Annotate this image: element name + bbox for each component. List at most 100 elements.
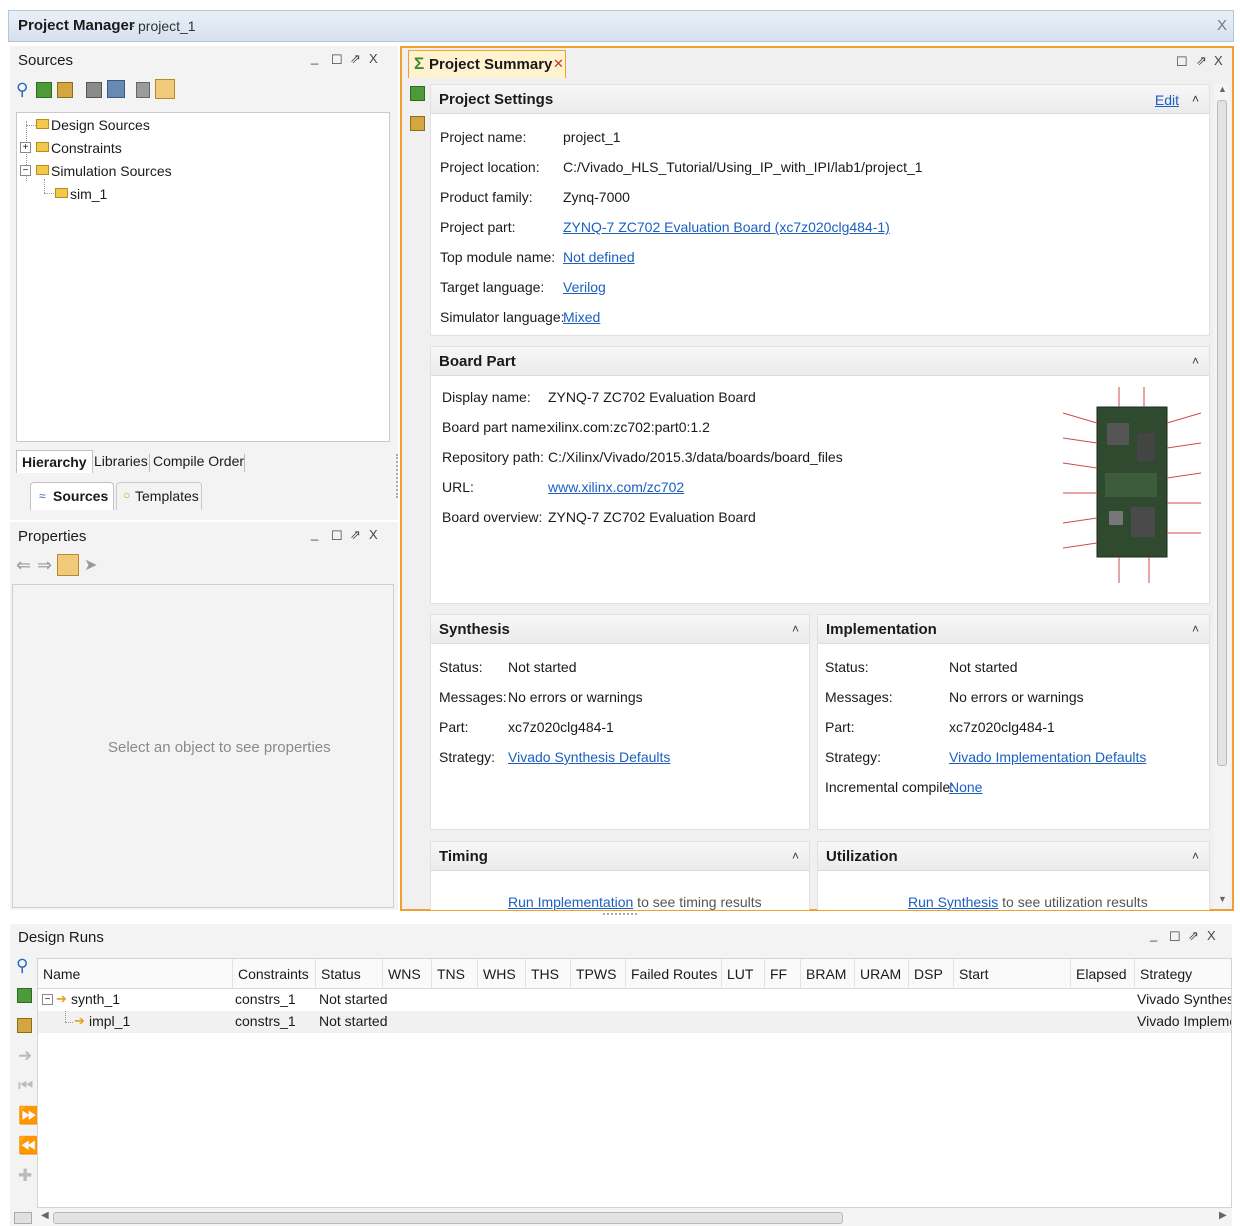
- summary-scrollbar[interactable]: ▲ ▼: [1214, 84, 1230, 908]
- col-ff[interactable]: FF: [765, 959, 801, 989]
- col-whs[interactable]: WHS: [478, 959, 526, 989]
- add-sources-icon[interactable]: [86, 82, 102, 98]
- collapse-chevron-icon[interactable]: ˄: [792, 849, 799, 863]
- collapse-icon[interactable]: −: [20, 165, 31, 176]
- utilization-header[interactable]: Utilization ˄: [818, 842, 1209, 871]
- minimize-icon[interactable]: _: [1150, 927, 1157, 942]
- target-language-link[interactable]: Verilog: [563, 279, 606, 295]
- url-link[interactable]: www.xilinx.com/zc702: [548, 479, 684, 495]
- table-row[interactable]: − ➔ synth_1 constrs_1 Not started Vivado…: [38, 989, 1231, 1011]
- maximize-icon[interactable]: ☐: [331, 52, 343, 68]
- expand-all-icon[interactable]: [57, 82, 73, 98]
- scroll-thumb[interactable]: [53, 1212, 843, 1224]
- subtab-sources[interactable]: ≈ Sources: [30, 482, 114, 510]
- project-part-link[interactable]: ZYNQ-7 ZC702 Evaluation Board (xc7z020cl…: [563, 219, 890, 235]
- minimize-icon[interactable]: _: [311, 50, 318, 65]
- hierarchy-update-icon[interactable]: [107, 80, 125, 98]
- collapse-chevron-icon[interactable]: ˄: [1192, 622, 1199, 636]
- tree-item-sim-1[interactable]: sim_1: [70, 186, 107, 202]
- close-icon[interactable]: X: [1214, 53, 1223, 68]
- col-status[interactable]: Status: [316, 959, 383, 989]
- subtab-templates[interactable]: ○ Templates: [116, 482, 202, 510]
- col-bram[interactable]: BRAM: [801, 959, 855, 989]
- back-arrow-icon[interactable]: ⇐: [16, 555, 31, 576]
- first-icon[interactable]: ⏮: [18, 1076, 33, 1096]
- col-ths[interactable]: THS: [526, 959, 571, 989]
- tab-libraries[interactable]: Libraries: [94, 453, 148, 469]
- search-icon[interactable]: ⚲: [16, 80, 28, 100]
- search-icon[interactable]: ⚲: [16, 956, 28, 976]
- close-icon[interactable]: X: [1207, 928, 1216, 943]
- col-dsp[interactable]: DSP: [909, 959, 954, 989]
- minimize-icon[interactable]: _: [311, 526, 318, 541]
- board-part-header[interactable]: Board Part ˄: [431, 347, 1209, 376]
- collapse-all-icon[interactable]: [36, 82, 52, 98]
- tree-item-simulation-sources[interactable]: Simulation Sources: [51, 163, 172, 179]
- properties-toggle-icon[interactable]: [155, 79, 175, 99]
- table-row[interactable]: ➔ impl_1 constrs_1 Not started Vivado Im…: [38, 1011, 1231, 1033]
- expand-icon[interactable]: +: [20, 142, 31, 153]
- close-tab-icon[interactable]: ✕: [553, 56, 564, 72]
- col-tns[interactable]: TNS: [432, 959, 478, 989]
- summary-tab[interactable]: Σ Project Summary ✕: [408, 50, 566, 78]
- run-implementation-link[interactable]: Run Implementation: [508, 894, 633, 910]
- splitter-grip[interactable]: [603, 913, 637, 915]
- run-synthesis-link[interactable]: Run Synthesis: [908, 894, 998, 910]
- maximize-icon[interactable]: ☐: [1176, 54, 1188, 70]
- bottom-icon[interactable]: [14, 1212, 32, 1224]
- col-uram[interactable]: URAM: [855, 959, 909, 989]
- expand-all-icon[interactable]: [410, 116, 425, 131]
- tree-item-design-sources[interactable]: Design Sources: [51, 117, 150, 133]
- tree-item-constraints[interactable]: Constraints: [51, 140, 122, 156]
- edit-link[interactable]: Edit: [1155, 92, 1179, 108]
- synthesis-header[interactable]: Synthesis ˄: [431, 615, 809, 644]
- col-strategy[interactable]: Strategy: [1135, 959, 1231, 989]
- col-constraints[interactable]: Constraints: [233, 959, 316, 989]
- float-icon[interactable]: ⇗: [1188, 928, 1199, 944]
- col-start[interactable]: Start: [954, 959, 1071, 989]
- col-lut[interactable]: LUT: [722, 959, 765, 989]
- collapse-all-icon[interactable]: [17, 988, 32, 1003]
- impl-strategy-link[interactable]: Vivado Implementation Defaults: [949, 749, 1146, 765]
- add-run-icon[interactable]: ✚: [18, 1166, 32, 1186]
- scroll-thumb[interactable]: [1217, 100, 1227, 766]
- next-icon[interactable]: ⏩: [18, 1106, 39, 1126]
- pointer-icon[interactable]: ➤: [84, 555, 97, 575]
- col-name[interactable]: Name: [38, 959, 233, 989]
- col-failed-routes[interactable]: Failed Routes: [626, 959, 722, 989]
- board-image[interactable]: [1059, 383, 1205, 595]
- auto-update-icon[interactable]: [57, 554, 79, 576]
- document-icon[interactable]: [136, 82, 150, 98]
- implementation-header[interactable]: Implementation ˄: [818, 615, 1209, 644]
- runs-hscrollbar[interactable]: ◀ ▶: [37, 1210, 1232, 1226]
- float-icon[interactable]: ⇗: [1196, 53, 1207, 69]
- scroll-right-icon[interactable]: ▶: [1219, 1210, 1227, 1221]
- scroll-up-icon[interactable]: ▲: [1218, 84, 1227, 94]
- maximize-icon[interactable]: ☐: [331, 528, 343, 544]
- col-elapsed[interactable]: Elapsed: [1071, 959, 1135, 989]
- float-icon[interactable]: ⇗: [350, 527, 361, 543]
- collapse-all-icon[interactable]: [410, 86, 425, 101]
- collapse-chevron-icon[interactable]: ˄: [1192, 849, 1199, 863]
- timing-header[interactable]: Timing ˄: [431, 842, 809, 871]
- previous-icon[interactable]: ⏪: [18, 1136, 39, 1156]
- top-module-link[interactable]: Not defined: [563, 249, 635, 265]
- close-icon[interactable]: X: [369, 527, 378, 542]
- tab-hierarchy[interactable]: Hierarchy: [16, 450, 93, 473]
- close-icon[interactable]: X: [369, 51, 378, 66]
- col-wns[interactable]: WNS: [383, 959, 432, 989]
- splitter-grip[interactable]: [396, 454, 398, 498]
- forward-arrow-icon[interactable]: ⇒: [37, 555, 52, 576]
- collapse-chevron-icon[interactable]: ˄: [792, 622, 799, 636]
- float-icon[interactable]: ⇗: [350, 51, 361, 67]
- synth-strategy-link[interactable]: Vivado Synthesis Defaults: [508, 749, 670, 765]
- scroll-left-icon[interactable]: ◀: [41, 1210, 49, 1221]
- collapse-chevron-icon[interactable]: ˄: [1192, 354, 1199, 368]
- maximize-icon[interactable]: ☐: [1169, 929, 1181, 945]
- expand-all-icon[interactable]: [17, 1018, 32, 1033]
- col-tpws[interactable]: TPWS: [571, 959, 626, 989]
- tab-compile-order[interactable]: Compile Order: [153, 453, 244, 469]
- scroll-down-icon[interactable]: ▼: [1218, 894, 1227, 904]
- collapse-icon[interactable]: −: [42, 994, 53, 1005]
- make-active-icon[interactable]: ➜: [18, 1046, 32, 1066]
